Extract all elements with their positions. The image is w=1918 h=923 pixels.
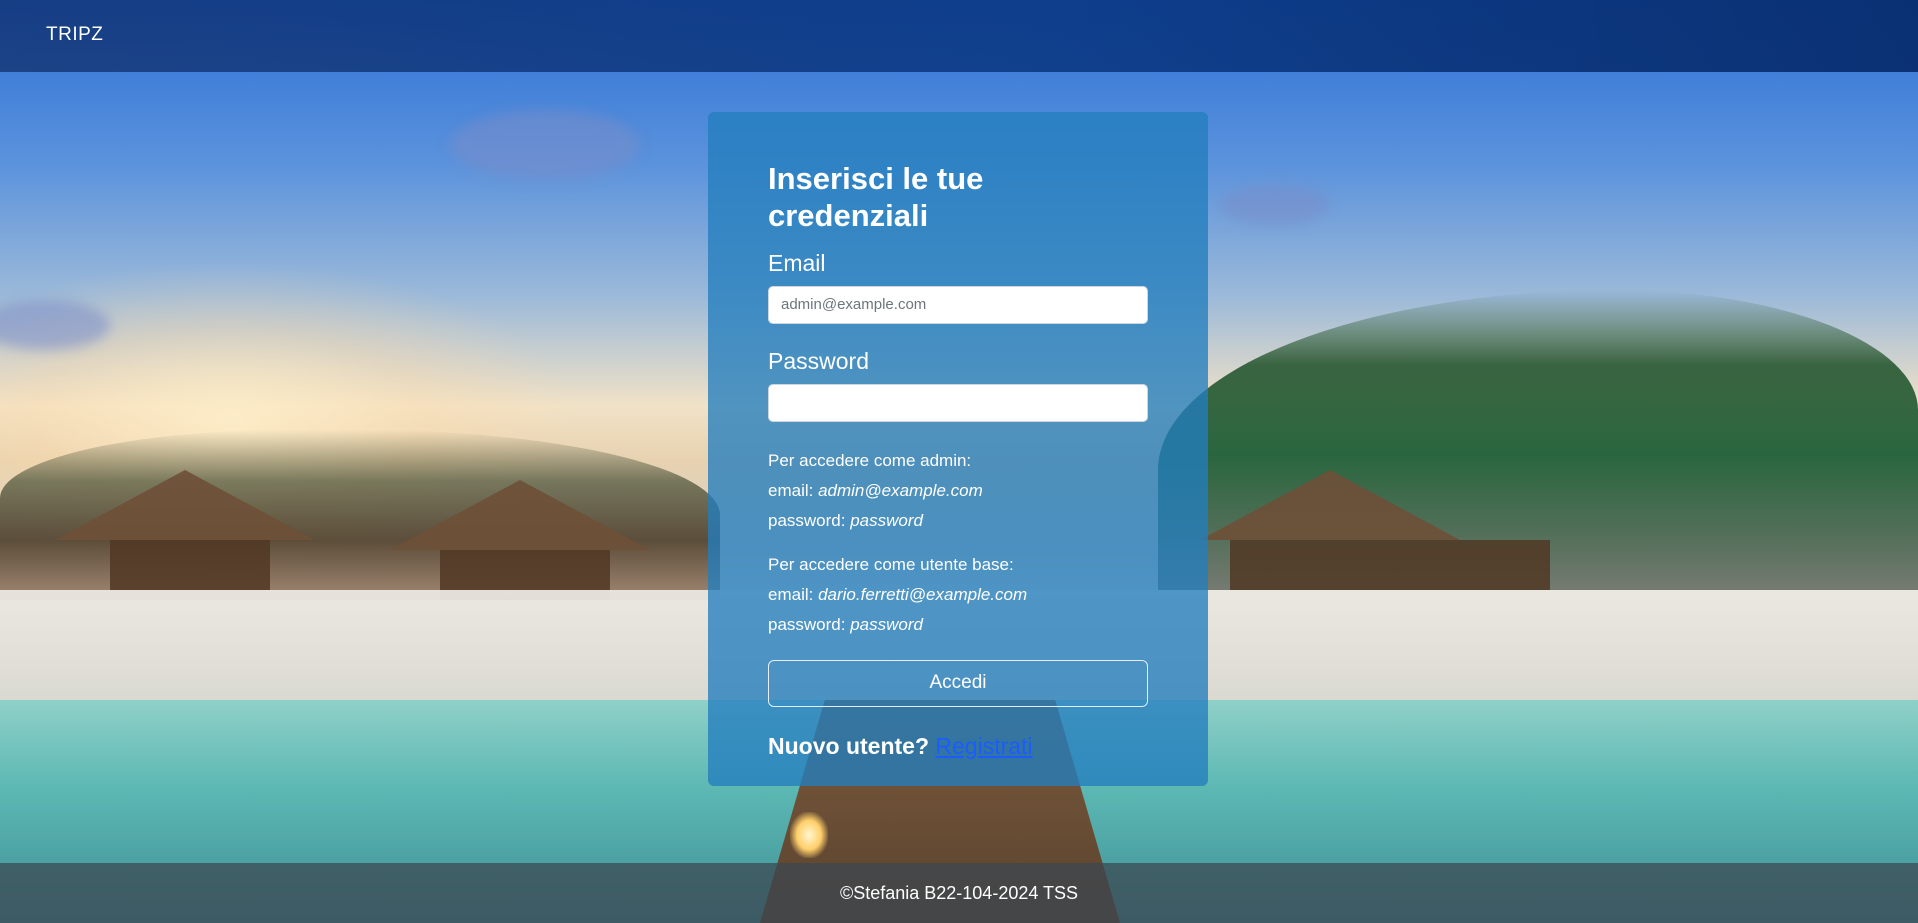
beach-hut-base — [1230, 540, 1550, 590]
user-hint-intro: Per accedere come utente base: — [768, 554, 1014, 574]
password-label: Password — [768, 347, 869, 374]
admin-hint-intro: Per accedere come admin: — [768, 450, 972, 470]
register-prompt: Nuovo utente? — [768, 732, 929, 759]
login-card: Inserisci le tue credenziali Email Passw… — [708, 112, 1208, 786]
password-input[interactable] — [768, 383, 1148, 422]
login-title: Inserisci le tue credenziali — [768, 161, 984, 234]
user-hint-password-line: password: password — [768, 610, 1148, 640]
user-credentials-hint: Per accedere come utente base: email: da… — [768, 550, 1148, 640]
admin-hint-password-label: password: — [768, 510, 851, 530]
beach-hut — [55, 470, 315, 540]
user-hint-email-line: email: dario.ferretti@example.com — [768, 580, 1148, 610]
register-link[interactable]: Registrati — [935, 733, 1032, 759]
cloud — [450, 110, 640, 180]
email-input[interactable] — [768, 285, 1148, 324]
beach-hut — [390, 480, 650, 550]
cloud — [1220, 185, 1330, 225]
email-label: Email — [768, 250, 826, 277]
register-prompt-line: Nuovo utente? Registrati — [768, 733, 1148, 760]
admin-hint-password-line: password: password — [768, 506, 1148, 536]
admin-hint-email-line: email: admin@example.com — [768, 476, 1148, 506]
brand-link[interactable]: TRIPZ — [46, 24, 103, 46]
beach-hut — [1200, 470, 1460, 540]
admin-hint-email-label: email: — [768, 480, 819, 500]
navbar: TRIPZ — [0, 0, 1918, 72]
user-hint-email-label: email: — [768, 584, 819, 604]
user-hint-email-value: dario.ferretti@example.com — [818, 584, 1028, 604]
admin-hint-email-value: admin@example.com — [818, 480, 983, 500]
lantern-light — [790, 812, 828, 858]
login-button[interactable]: Accedi — [768, 659, 1148, 707]
admin-credentials-hint: Per accedere come admin: email: admin@ex… — [768, 446, 1148, 536]
admin-hint-password-value: password — [850, 510, 923, 530]
beach-hut-base — [110, 540, 270, 590]
footer: ©Stefania B22-104-2024 TSS — [0, 863, 1918, 923]
user-hint-password-label: password: — [768, 614, 851, 634]
user-hint-password-value: password — [850, 614, 923, 634]
footer-copyright: ©Stefania B22-104-2024 TSS — [839, 882, 1079, 903]
page: TRIPZ Inserisci le tue credenziali Email… — [0, 0, 1918, 923]
